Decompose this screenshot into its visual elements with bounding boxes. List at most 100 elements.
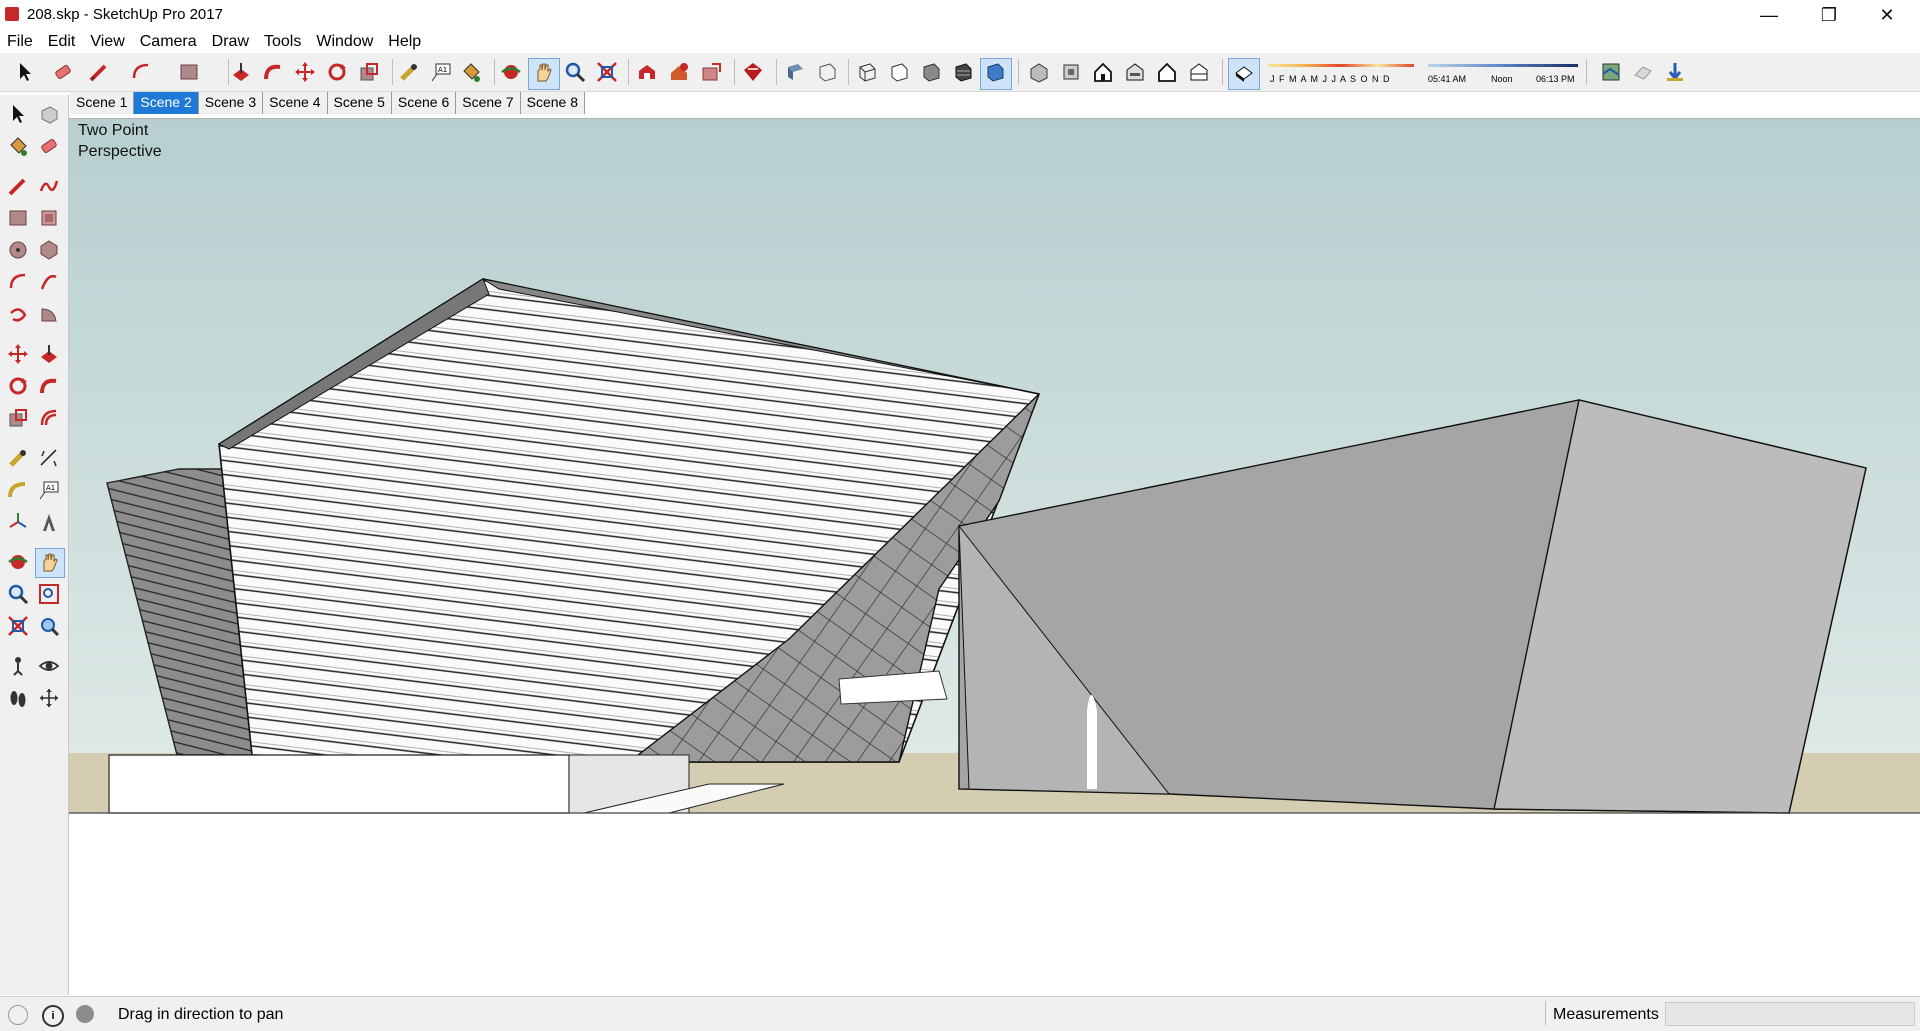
share-component-icon[interactable]	[700, 61, 722, 83]
line-tool-icon[interactable]	[7, 175, 29, 197]
shadows-toggle-icon[interactable]	[1232, 61, 1254, 83]
circle-tool-icon[interactable]	[7, 239, 29, 261]
orbit-tool-icon[interactable]	[7, 551, 29, 573]
pie-tool-icon[interactable]	[38, 303, 60, 325]
eraser-tool-icon[interactable]	[38, 135, 60, 157]
menu-view[interactable]: View	[83, 30, 132, 53]
shaded-textures-style-icon[interactable]	[952, 61, 974, 83]
line-tool-icon[interactable]	[88, 61, 110, 83]
zoom-window-tool-icon[interactable]	[38, 583, 60, 605]
3d-text-tool-icon[interactable]	[38, 511, 60, 533]
zoom-tool-icon[interactable]	[564, 61, 586, 83]
push-pull-tool-icon[interactable]	[38, 343, 60, 365]
menu-help[interactable]: Help	[381, 30, 429, 53]
offset-tool-icon[interactable]	[38, 407, 60, 429]
eraser-tool-icon[interactable]	[52, 61, 74, 83]
measurements-input[interactable]	[1665, 1002, 1915, 1026]
select-tool-icon[interactable]	[14, 61, 36, 83]
model-viewport[interactable]	[69, 118, 1920, 996]
share-model-icon[interactable]	[668, 61, 690, 83]
right-view-icon[interactable]	[1124, 61, 1146, 83]
geo-location-icon[interactable]	[8, 1005, 28, 1025]
user-account-icon[interactable]	[76, 1005, 94, 1023]
tab-scene-4[interactable]: Scene 4	[263, 92, 328, 114]
dimension-tool-icon[interactable]	[38, 447, 60, 469]
zoom-extents-tool-icon[interactable]	[7, 615, 29, 637]
menu-file[interactable]: File	[0, 30, 41, 53]
orbit-tool-icon[interactable]	[500, 61, 522, 83]
make-component-icon[interactable]	[38, 103, 60, 125]
protractor-tool-icon[interactable]	[7, 479, 29, 501]
tape-measure-tool-icon[interactable]	[398, 61, 420, 83]
follow-me-tool-icon[interactable]	[262, 61, 284, 83]
tab-scene-1[interactable]: Scene 1	[70, 92, 135, 114]
zoom-extents-tool-icon[interactable]	[596, 61, 618, 83]
paint-bucket-tool-icon[interactable]	[460, 61, 482, 83]
month-slider[interactable]	[1268, 62, 1414, 74]
tab-scene-3[interactable]: Scene 3	[198, 92, 264, 114]
photo-textures-icon[interactable]	[1664, 61, 1686, 83]
move-tool-icon[interactable]	[7, 343, 29, 365]
menu-draw[interactable]: Draw	[205, 30, 257, 53]
rectangle-tool-icon[interactable]	[7, 207, 29, 229]
paint-bucket-tool-icon[interactable]	[7, 135, 29, 157]
zoom-tool-icon[interactable]	[7, 583, 29, 605]
rotate-tool-icon[interactable]	[7, 375, 29, 397]
tab-scene-6[interactable]: Scene 6	[391, 92, 457, 114]
tab-scene-2[interactable]: Scene 2	[134, 92, 199, 114]
push-pull-tool-icon[interactable]	[230, 61, 252, 83]
arc-tool-icon[interactable]	[130, 61, 152, 83]
menu-camera[interactable]: Camera	[133, 30, 205, 53]
look-around-tool-icon[interactable]	[38, 655, 60, 677]
xray-style-icon[interactable]	[784, 61, 806, 83]
freehand-tool-icon[interactable]	[38, 175, 60, 197]
shaded-style-icon[interactable]	[920, 61, 942, 83]
tab-scene-7[interactable]: Scene 7	[456, 92, 521, 114]
menu-edit[interactable]: Edit	[41, 30, 84, 53]
previous-view-icon[interactable]	[38, 615, 60, 637]
credits-info-icon[interactable]: i	[42, 1005, 64, 1027]
rectangle-tool-icon[interactable]	[178, 61, 200, 83]
left-view-icon[interactable]	[1188, 61, 1210, 83]
rotated-rectangle-tool-icon[interactable]	[38, 207, 60, 229]
arc-tool-icon[interactable]	[7, 271, 29, 293]
rotate-tool-icon[interactable]	[326, 61, 348, 83]
move-tool-icon[interactable]	[294, 61, 316, 83]
restore-button[interactable]: ❐	[1800, 0, 1858, 30]
minimize-button[interactable]: —	[1740, 0, 1798, 30]
two-point-arc-tool-icon[interactable]	[38, 271, 60, 293]
wireframe-style-icon[interactable]	[856, 61, 878, 83]
scale-tool-icon[interactable]	[358, 61, 380, 83]
front-view-icon[interactable]	[1092, 61, 1114, 83]
menu-window[interactable]: Window	[309, 30, 381, 53]
section-plane-tool-icon[interactable]	[38, 687, 60, 709]
follow-me-tool-icon[interactable]	[38, 375, 60, 397]
top-view-icon[interactable]	[1060, 61, 1082, 83]
warehouse-icon[interactable]	[636, 61, 658, 83]
toggle-terrain-icon[interactable]	[1632, 61, 1654, 83]
position-camera-tool-icon[interactable]	[7, 655, 29, 677]
text-tool-icon[interactable]: A1	[430, 61, 452, 83]
three-point-arc-tool-icon[interactable]	[7, 303, 29, 325]
hidden-line-style-icon[interactable]	[888, 61, 910, 83]
pan-tool-icon[interactable]	[38, 551, 60, 573]
tab-scene-5[interactable]: Scene 5	[327, 92, 392, 114]
iso-view-icon[interactable]	[1028, 61, 1050, 83]
select-tool-icon[interactable]	[7, 103, 29, 125]
back-edges-style-icon[interactable]	[816, 61, 838, 83]
polygon-tool-icon[interactable]	[38, 239, 60, 261]
back-view-icon[interactable]	[1156, 61, 1178, 83]
add-location-icon[interactable]	[1600, 61, 1622, 83]
close-button[interactable]: ✕	[1858, 0, 1916, 30]
tape-measure-tool-icon[interactable]	[7, 447, 29, 469]
text-tool-icon[interactable]: A1	[38, 479, 60, 501]
axes-tool-icon[interactable]	[7, 511, 29, 533]
monochrome-style-icon[interactable]	[984, 61, 1006, 83]
scale-tool-icon[interactable]	[7, 407, 29, 429]
tab-scene-8[interactable]: Scene 8	[520, 92, 585, 114]
time-slider[interactable]	[1428, 62, 1578, 74]
pan-tool-icon[interactable]	[532, 61, 554, 83]
extension-warehouse-icon[interactable]	[742, 61, 764, 83]
walk-tool-icon[interactable]	[7, 687, 29, 709]
menu-tools[interactable]: Tools	[257, 30, 309, 53]
